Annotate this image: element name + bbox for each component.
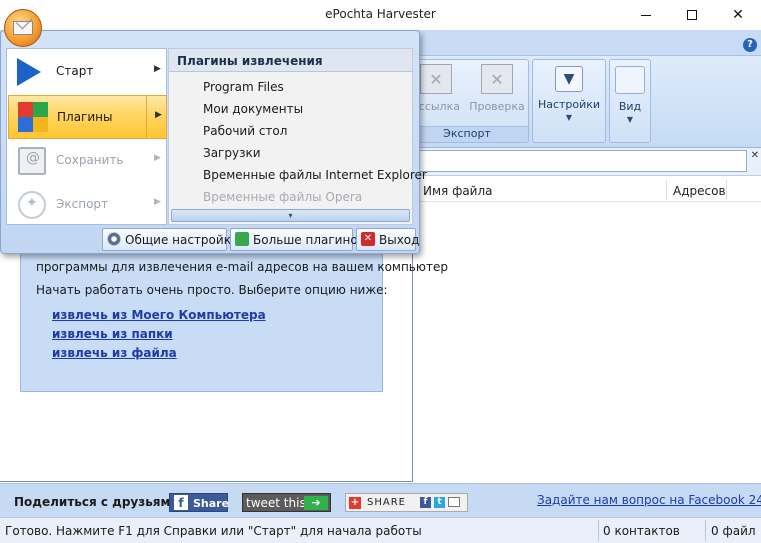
plugin-ie-temp-files[interactable]: Временные файлы Internet Explorer [203,168,427,182]
welcome-text-line2: Начать работать очень просто. Выберите о… [36,283,388,297]
facebook-share-button[interactable]: f Share [169,493,230,512]
email-icon [448,497,460,507]
menu-item-label: Старт [56,64,94,78]
chevron-right-icon: ▶ [154,153,161,163]
verify-label: Проверка [469,100,525,113]
maximize-button[interactable] [669,0,715,30]
chevron-down-icon: ▼ [626,115,634,124]
facebook-question-link[interactable]: Задайте нам вопрос на Facebook 24/7 [537,493,761,507]
search-input[interactable] [416,150,747,172]
status-bar: Готово. Нажмите F1 для Справки или "Стар… [0,517,761,543]
view-group[interactable]: Вид ▼ [609,59,651,143]
envelope-gray-icon [420,64,452,94]
export-icon [18,191,46,219]
envelope-icon [13,21,33,35]
extract-from-folder-link[interactable]: извлечь из папки [52,327,173,341]
more-plugins-label: Больше плагинов [253,233,365,247]
view-icon [615,66,645,94]
minimize-button[interactable] [623,0,669,30]
exit-button[interactable]: ✕ Выход [356,228,420,251]
status-files-count: 0 файл [711,524,756,538]
chevron-right-icon: ▶ [155,110,162,120]
extract-from-file-link[interactable]: извлечь из файла [52,346,177,360]
settings-label: Настройки [537,98,601,111]
status-contacts-count: 0 контактов [603,524,680,538]
file-list-header: Имя файла Адресов [414,178,761,202]
submenu-scroll-down-button[interactable]: ▾ [171,209,410,222]
application-menu: Старт ▶ Плагины ▶ Сохранить ▶ Экспорт ▶ … [0,30,427,254]
tweet-button[interactable]: tweet this ➔ [242,493,331,512]
twitter-icon: t [434,497,445,508]
chevron-right-icon: ▶ [154,197,161,207]
plugin-desktop[interactable]: Рабочий стол [203,124,287,138]
exit-icon: ✕ [361,232,375,246]
submenu-header-label: Плагины извлечения [177,54,323,68]
welcome-panel: программы для извлечения e-mail адресов … [20,252,448,392]
minimize-icon [641,14,651,16]
chevron-down-icon: ▼ [565,113,573,122]
facebook-icon: f [420,497,431,508]
menu-item-plugins[interactable]: Плагины ▶ [8,95,167,139]
plugin-program-files[interactable]: Program Files [203,80,284,94]
settings-button[interactable]: Настройки ▼ [537,66,601,122]
view-label: Вид [618,100,642,113]
submenu-header: Плагины извлечения [169,49,412,72]
plugin-my-documents[interactable]: Мои документы [203,102,303,116]
maximize-icon [687,10,697,20]
filter-icon [555,66,583,92]
download-icon [235,232,249,246]
plugins-submenu: Плагины извлечения Program Files Мои док… [168,48,427,225]
extract-from-my-computer-link[interactable]: извлечь из Моего Компьютера [52,308,266,322]
share-label: Поделиться с друзьями: [14,495,184,509]
close-button[interactable]: ✕ [715,0,761,30]
export-group-caption: Экспорт [406,126,528,142]
menu-item-label: Экспорт [56,197,109,211]
column-divider[interactable] [666,180,667,200]
sharethis-label: SHARE [367,497,406,508]
menu-item-label: Сохранить [56,153,124,167]
chevron-right-icon: ▶ [154,64,161,74]
title-bar: ePochta Harvester ✕ [0,0,761,30]
verify-button[interactable]: Проверка [468,64,526,113]
column-header-addresses[interactable]: Адресов [673,184,726,198]
close-icon: ✕ [732,7,744,23]
status-message: Готово. Нажмите F1 для Справки или "Стар… [5,524,422,538]
view-button[interactable]: Вид ▼ [613,66,647,124]
file-list-pane [414,176,761,482]
application-menu-button[interactable] [4,9,42,47]
plus-icon: + [349,497,361,509]
export-group: ассылка Проверка Экспорт [405,59,529,143]
status-divider [598,520,599,541]
application-menu-items: Старт ▶ Плагины ▶ Сохранить ▶ Экспорт ▶ [6,48,167,225]
plugin-downloads[interactable]: Загрузки [203,146,261,160]
column-divider[interactable] [726,180,727,200]
play-icon [17,58,41,86]
help-icon[interactable]: ? [743,38,757,52]
menu-item-start[interactable]: Старт ▶ [8,50,167,94]
exit-label: Выход [379,233,420,247]
arrow-right-icon: ➔ [304,496,328,510]
gear-icon [107,232,121,246]
status-divider [705,520,706,541]
clear-search-icon[interactable]: ✕ [751,150,759,161]
sharethis-button[interactable]: + SHARE f t [345,493,468,512]
facebook-icon: f [174,495,188,510]
menu-item-export[interactable]: Экспорт ▶ [8,183,167,227]
more-plugins-button[interactable]: Больше плагинов [230,228,365,251]
general-settings-label: Общие настройки [125,233,239,247]
welcome-text-line1: программы для извлечения e-mail адресов … [36,260,448,274]
plugin-opera-temp-files[interactable]: Временные файлы Opera [203,190,362,204]
general-settings-button[interactable]: Общие настройки [102,228,239,251]
envelope-check-icon [481,64,513,94]
facebook-share-label: Share [193,497,230,510]
search-strip: ✕ [414,148,761,176]
settings-group[interactable]: Настройки ▼ [532,59,606,143]
puzzle-icon [18,102,50,132]
menu-item-save[interactable]: Сохранить ▶ [8,139,167,183]
column-header-filename[interactable]: Имя файла [423,184,493,198]
share-bar: Поделиться с друзьями: f Share tweet thi… [0,483,761,517]
tweet-label: tweet this [246,496,306,510]
save-icon [18,147,46,175]
menu-item-label: Плагины [57,110,113,124]
